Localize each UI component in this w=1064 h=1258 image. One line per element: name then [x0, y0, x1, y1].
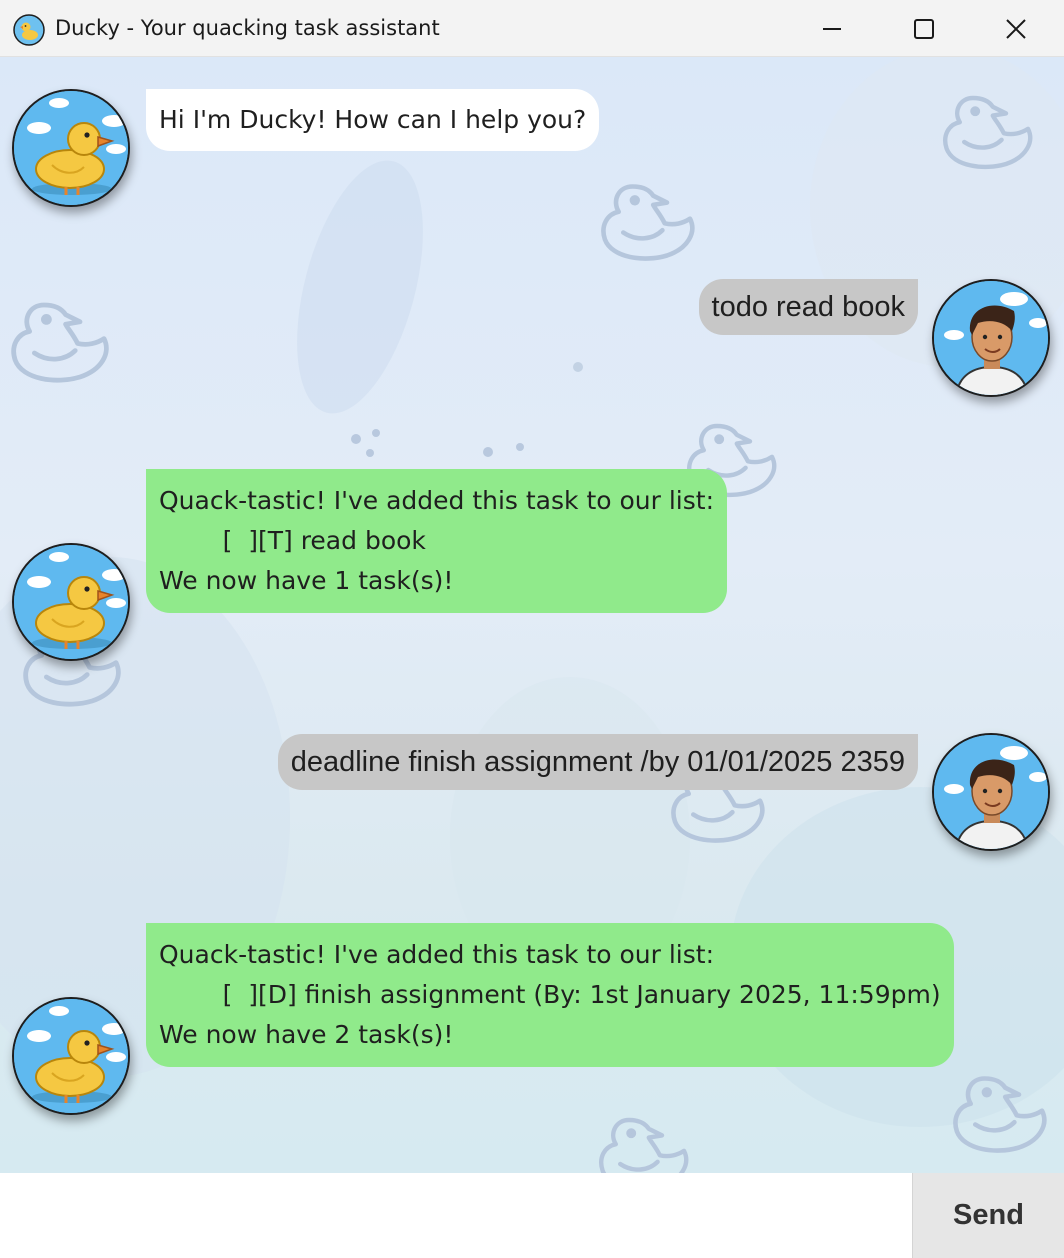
send-button[interactable]: Send	[912, 1173, 1064, 1258]
user-avatar-icon	[934, 735, 1048, 849]
duck-app-icon	[13, 14, 45, 46]
maximize-icon	[914, 18, 934, 39]
user-message: deadline finish assignment /by 01/01/202…	[277, 734, 918, 790]
user-message: todo read book	[698, 279, 918, 335]
chat-area[interactable]: Hi I'm Ducky! How can I help you? todo r…	[0, 57, 1064, 1173]
user-avatar	[932, 279, 1050, 397]
bot-message: Hi I'm Ducky! How can I help you?	[146, 89, 600, 151]
bot-message: Quack-tastic! I've added this task to ou…	[146, 923, 954, 1067]
user-avatar-icon	[934, 281, 1048, 395]
bot-avatar	[12, 543, 130, 661]
bot-avatar	[12, 997, 130, 1115]
maximize-button[interactable]	[878, 0, 970, 57]
minimize-button[interactable]	[786, 0, 878, 57]
bot-message: Quack-tastic! I've added this task to ou…	[146, 469, 728, 613]
minimize-icon	[823, 27, 841, 30]
window-title: Ducky - Your quacking task assistant	[55, 16, 440, 40]
duck-avatar-icon	[14, 999, 128, 1113]
duck-avatar-icon	[14, 91, 128, 205]
user-avatar	[932, 733, 1050, 851]
close-icon	[1006, 18, 1026, 39]
bot-avatar	[12, 89, 130, 207]
close-button[interactable]	[970, 0, 1062, 57]
window-title-bar: Ducky - Your quacking task assistant	[0, 0, 1064, 57]
input-bar: Send	[0, 1173, 1064, 1258]
message-input[interactable]	[0, 1173, 912, 1258]
duck-avatar-icon	[14, 545, 128, 659]
